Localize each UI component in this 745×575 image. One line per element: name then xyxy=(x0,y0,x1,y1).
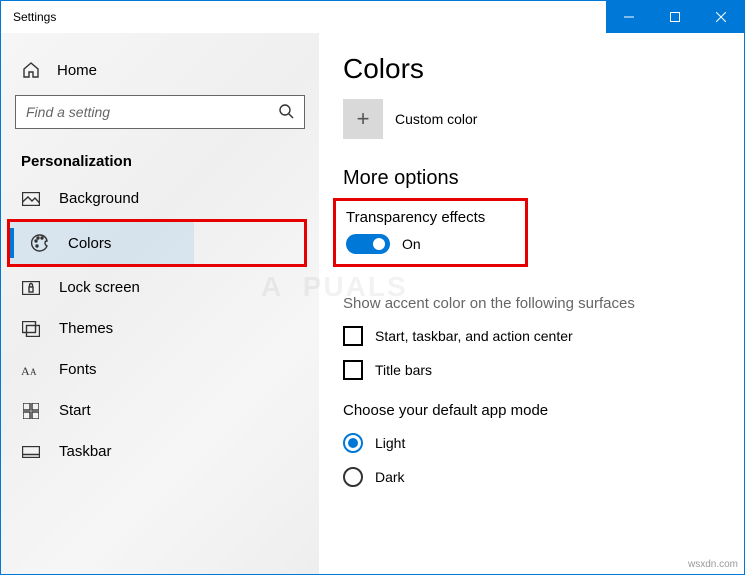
sidebar-item-background[interactable]: Background xyxy=(1,178,319,219)
minimize-button[interactable] xyxy=(606,1,652,33)
search-input[interactable] xyxy=(26,104,278,120)
sidebar-item-label: Lock screen xyxy=(59,279,140,296)
page-title: Colors xyxy=(343,53,720,85)
sidebar-item-label: Background xyxy=(59,190,139,207)
transparency-toggle-row: On xyxy=(346,234,485,258)
custom-color-label: Custom color xyxy=(395,111,477,127)
window-controls xyxy=(606,1,744,33)
checkbox-icon xyxy=(343,326,363,346)
highlight-colors: Colors xyxy=(7,219,307,267)
sidebar-item-label: Themes xyxy=(59,320,113,337)
sidebar-item-taskbar[interactable]: Taskbar xyxy=(1,431,319,472)
sidebar-item-fonts[interactable]: AA Fonts xyxy=(1,349,319,390)
transparency-state: On xyxy=(402,236,421,252)
highlight-transparency: Transparency effects On xyxy=(333,198,528,267)
radio-light[interactable]: Light xyxy=(343,433,720,453)
svg-text:A: A xyxy=(30,367,37,377)
custom-color-row: + Custom color xyxy=(343,99,720,139)
picture-icon xyxy=(21,192,41,206)
search-icon xyxy=(278,103,294,122)
maximize-button[interactable] xyxy=(652,1,698,33)
checkbox-label: Start, taskbar, and action center xyxy=(375,328,573,344)
radio-icon xyxy=(343,467,363,487)
radio-label: Dark xyxy=(375,469,405,485)
sidebar-item-start[interactable]: Start xyxy=(1,390,319,431)
transparency-label: Transparency effects xyxy=(346,209,485,226)
add-custom-color-button[interactable]: + xyxy=(343,99,383,139)
more-options-header: More options xyxy=(343,167,720,190)
palette-icon xyxy=(30,234,50,252)
checkbox-start-taskbar[interactable]: Start, taskbar, and action center xyxy=(343,326,720,346)
search-box[interactable] xyxy=(15,95,305,129)
search-wrap xyxy=(1,89,319,135)
sidebar-item-themes[interactable]: Themes xyxy=(1,308,319,349)
app-mode-label: Choose your default app mode xyxy=(343,402,720,419)
home-icon xyxy=(21,61,41,79)
sidebar-item-label: Start xyxy=(59,402,91,419)
home-link[interactable]: Home xyxy=(1,51,319,89)
window-title: Settings xyxy=(13,10,56,24)
toggle-knob xyxy=(373,238,385,250)
accent-surfaces-label: Show accent color on the following surfa… xyxy=(343,295,720,312)
home-label: Home xyxy=(57,62,97,79)
checkbox-title-bars[interactable]: Title bars xyxy=(343,360,720,380)
radio-label: Light xyxy=(375,435,405,451)
window-body: Home Personalization Background xyxy=(1,33,744,574)
transparency-toggle[interactable] xyxy=(346,234,390,254)
sidebar-item-label: Taskbar xyxy=(59,443,112,460)
fonts-icon: AA xyxy=(21,363,41,377)
sidebar-item-label: Colors xyxy=(68,235,111,252)
nav-items: Background Colors Lock screen xyxy=(1,178,319,472)
taskbar-icon xyxy=(21,446,41,458)
sidebar-item-lock-screen[interactable]: Lock screen xyxy=(1,267,319,308)
checkbox-label: Title bars xyxy=(375,362,432,378)
titlebar: Settings xyxy=(1,1,744,33)
themes-icon xyxy=(21,321,41,337)
svg-text:A: A xyxy=(21,364,30,377)
plus-icon: + xyxy=(357,106,370,132)
checkbox-icon xyxy=(343,360,363,380)
category-header: Personalization xyxy=(1,135,319,178)
sidebar-item-colors[interactable]: Colors xyxy=(10,222,194,264)
sidebar: Home Personalization Background xyxy=(1,33,319,574)
main-content: Colors + Custom color More options Trans… xyxy=(319,33,744,574)
settings-window: Settings Home xyxy=(0,0,745,575)
close-button[interactable] xyxy=(698,1,744,33)
radio-dark[interactable]: Dark xyxy=(343,467,720,487)
radio-icon xyxy=(343,433,363,453)
sidebar-item-label: Fonts xyxy=(59,361,97,378)
start-icon xyxy=(21,403,41,419)
lock-screen-icon xyxy=(21,281,41,295)
